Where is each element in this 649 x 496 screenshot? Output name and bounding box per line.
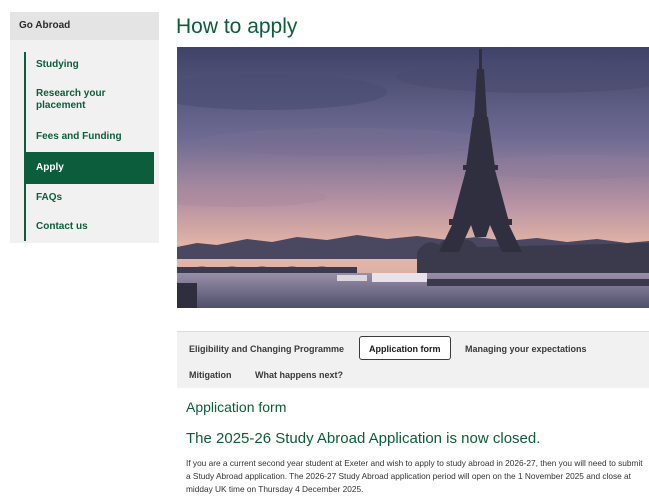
sidebar-menu: Studying Research your placement Fees an…	[24, 52, 154, 241]
sidebar-item-studying[interactable]: Studying	[24, 52, 154, 78]
sidebar-item-research[interactable]: Research your placement	[24, 78, 154, 121]
sidebar-item-fees-funding[interactable]: Fees and Funding	[24, 121, 154, 152]
sidebar-item-label: Fees and Funding	[36, 130, 122, 142]
sidebar-item-label: Studying	[36, 59, 79, 70]
eiffel-tower-illustration	[177, 47, 649, 308]
sidebar-item-contact[interactable]: Contact us	[24, 212, 154, 241]
tab-bar: Eligibility and Changing Programme Appli…	[177, 332, 649, 388]
tab-mitigation[interactable]: Mitigation	[189, 370, 232, 380]
sidebar-header[interactable]: Go Abroad	[10, 12, 159, 40]
sidebar-item-label: Apply	[36, 162, 64, 173]
tab-application-form[interactable]: Application form	[359, 336, 451, 360]
closed-notice-heading: The 2025-26 Study Abroad Application is …	[186, 430, 541, 447]
sidebar-item-label: Research your placement	[36, 87, 106, 111]
application-paragraph: If you are a current second year student…	[186, 458, 643, 494]
tab-managing-expectations[interactable]: Managing your expectations	[465, 344, 587, 354]
tab-what-happens-next[interactable]: What happens next?	[255, 370, 343, 380]
hero-image	[177, 47, 649, 308]
sidebar-item-apply[interactable]: Apply	[24, 152, 154, 184]
sidebar-item-faqs[interactable]: FAQs	[24, 184, 154, 212]
tab-eligibility[interactable]: Eligibility and Changing Programme	[189, 344, 344, 354]
section-heading: Application form	[186, 399, 287, 415]
page-title: How to apply	[176, 15, 298, 38]
sidebar-item-label: FAQs	[36, 192, 63, 203]
sidebar-nav: Go Abroad Studying Research your placeme…	[10, 12, 159, 243]
sidebar-item-label: Contact us	[36, 220, 88, 232]
